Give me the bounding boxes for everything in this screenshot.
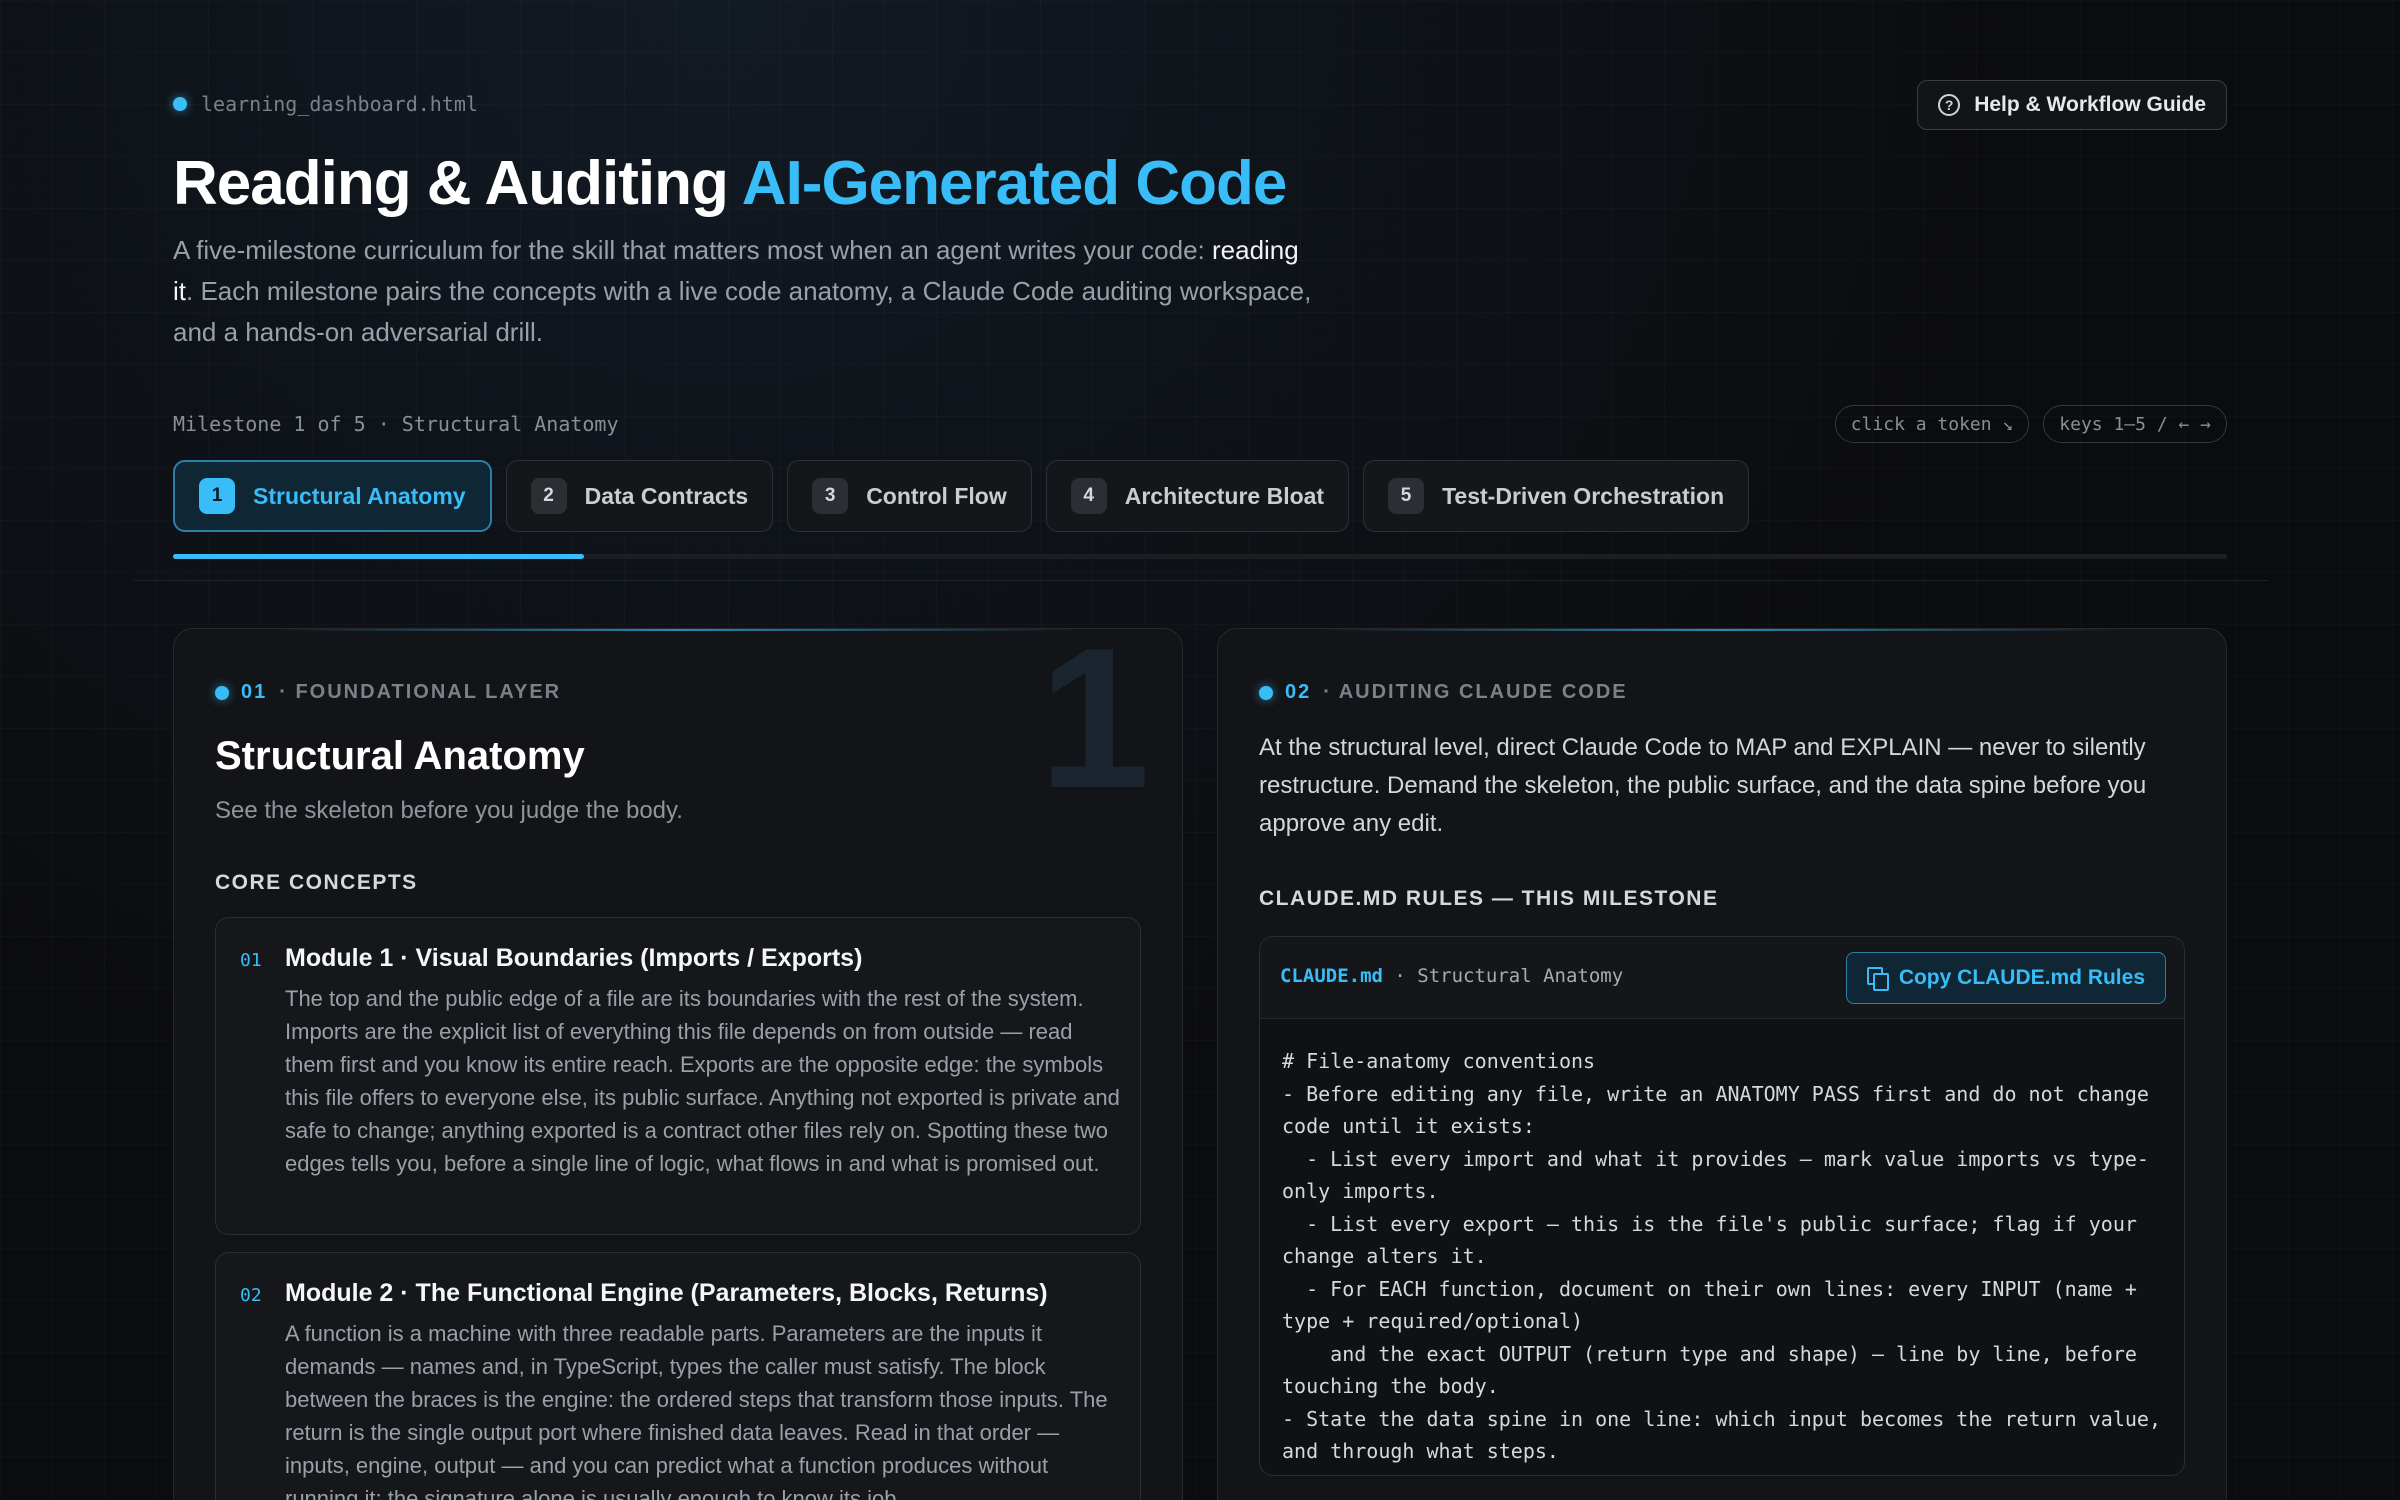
tab-test-driven-orchestration[interactable]: 5 Test-Driven Orchestration	[1363, 460, 1750, 532]
module-body: The top and the public edge of a file ar…	[285, 986, 1120, 1176]
module-number: 02	[240, 1285, 262, 1306]
tab-structural-anatomy[interactable]: 1 Structural Anatomy	[173, 460, 492, 532]
file-tag: learning_dashboard.html	[173, 92, 478, 116]
core-concepts-heading: CORE CONCEPTS	[215, 871, 418, 894]
code-file-label: CLAUDE.md · Structural Anatomy	[1280, 965, 1623, 987]
milestone-progress-bar	[173, 554, 2227, 559]
section-tag: 02 · AUDITING CLAUDE CODE	[1259, 681, 1628, 704]
section-dot-icon	[215, 685, 229, 700]
claude-md-code-block: CLAUDE.md · Structural Anatomy Copy CLAU…	[1259, 936, 2185, 1476]
tab-number: 3	[812, 478, 849, 514]
hint-click-token: click a token ↘	[1834, 405, 2030, 443]
claude-md-rules-heading: CLAUDE.MD RULES — THIS MILESTONE	[1259, 887, 1719, 910]
concepts-panel: 1 01 · FOUNDATIONAL LAYER Structural Ana…	[173, 628, 1183, 1500]
tab-number: 4	[1070, 478, 1107, 514]
keyboard-hints: click a token ↘ keys 1–5 / ← →	[1834, 405, 2227, 443]
milestone-title: Structural Anatomy	[215, 734, 585, 778]
tab-label: Control Flow	[866, 482, 1007, 509]
tab-number: 2	[530, 478, 567, 514]
module-title: Module 1 · Visual Boundaries (Imports / …	[285, 944, 863, 972]
header-divider	[133, 580, 2268, 581]
page-title-main: Reading & Auditing	[173, 149, 742, 218]
tab-label: Structural Anatomy	[253, 482, 466, 509]
file-name: learning_dashboard.html	[201, 92, 478, 116]
section-label: · FOUNDATIONAL LAYER	[279, 681, 562, 703]
section-label: · AUDITING CLAUDE CODE	[1323, 681, 1628, 703]
section-number: 01	[241, 681, 268, 703]
page-title-accent: AI-Generated Code	[741, 149, 1288, 218]
tab-label: Architecture Bloat	[1124, 482, 1325, 509]
section-number: 02	[1285, 681, 1312, 703]
tab-label: Test-Driven Orchestration	[1442, 482, 1725, 509]
auditing-panel: 02 · AUDITING CLAUDE CODE At the structu…	[1217, 628, 2227, 1500]
hint-keys: keys 1–5 / ← →	[2043, 405, 2227, 443]
page-title: Reading & Auditing AI-Generated Code	[173, 148, 1288, 219]
tab-control-flow[interactable]: 3 Control Flow	[787, 460, 1032, 532]
help-workflow-button[interactable]: ? Help & Workflow Guide	[1917, 80, 2227, 130]
milestone-watermark-number: 1	[1038, 628, 1150, 830]
progress-fill	[173, 554, 584, 559]
help-button-label: Help & Workflow Guide	[1974, 93, 2206, 116]
milestone-subtitle: See the skeleton before you judge the bo…	[215, 797, 683, 824]
code-file-name: CLAUDE.md	[1280, 965, 1383, 987]
milestone-tabs: 1 Structural Anatomy 2 Data Contracts 3 …	[173, 460, 1750, 532]
subtitle-part-1: A five-milestone curriculum for the skil…	[173, 235, 1212, 265]
code-block-header: CLAUDE.md · Structural Anatomy Copy CLAU…	[1260, 937, 2184, 1019]
tab-number: 1	[199, 478, 235, 514]
tab-architecture-bloat[interactable]: 4 Architecture Bloat	[1045, 460, 1350, 532]
tab-data-contracts[interactable]: 2 Data Contracts	[505, 460, 774, 532]
copy-button-label: Copy CLAUDE.md Rules	[1898, 966, 2145, 989]
module-title: Module 2 · The Functional Engine (Parame…	[285, 1279, 1048, 1307]
page-subtitle: A five-milestone curriculum for the skil…	[173, 230, 1313, 353]
module-body: A function is a machine with three reada…	[285, 1321, 1108, 1500]
module-card[interactable]: 01 Module 1 · Visual Boundaries (Imports…	[215, 917, 1141, 1235]
copy-icon	[1866, 967, 1889, 991]
module-card[interactable]: 02 Module 2 · The Functional Engine (Par…	[215, 1252, 1141, 1500]
section-tag: 01 · FOUNDATIONAL LAYER	[215, 681, 561, 704]
section-dot-icon	[1259, 685, 1273, 700]
milestone-indicator: Milestone 1 of 5 · Structural Anatomy	[173, 412, 619, 436]
module-number: 01	[240, 950, 262, 971]
auditing-intro: At the structural level, direct Claude C…	[1259, 734, 2147, 837]
subtitle-part-2: . Each milestone pairs the concepts with…	[173, 276, 1312, 347]
code-file-suffix: · Structural Anatomy	[1382, 965, 1624, 987]
question-circle-icon: ?	[1938, 94, 1961, 116]
copy-claude-md-button[interactable]: Copy CLAUDE.md Rules	[1845, 952, 2166, 1004]
status-dot-icon	[173, 97, 187, 111]
tab-number: 5	[1388, 478, 1425, 514]
code-content[interactable]: # File-anatomy conventions - Before edit…	[1282, 1045, 2162, 1468]
tab-label: Data Contracts	[584, 482, 749, 509]
